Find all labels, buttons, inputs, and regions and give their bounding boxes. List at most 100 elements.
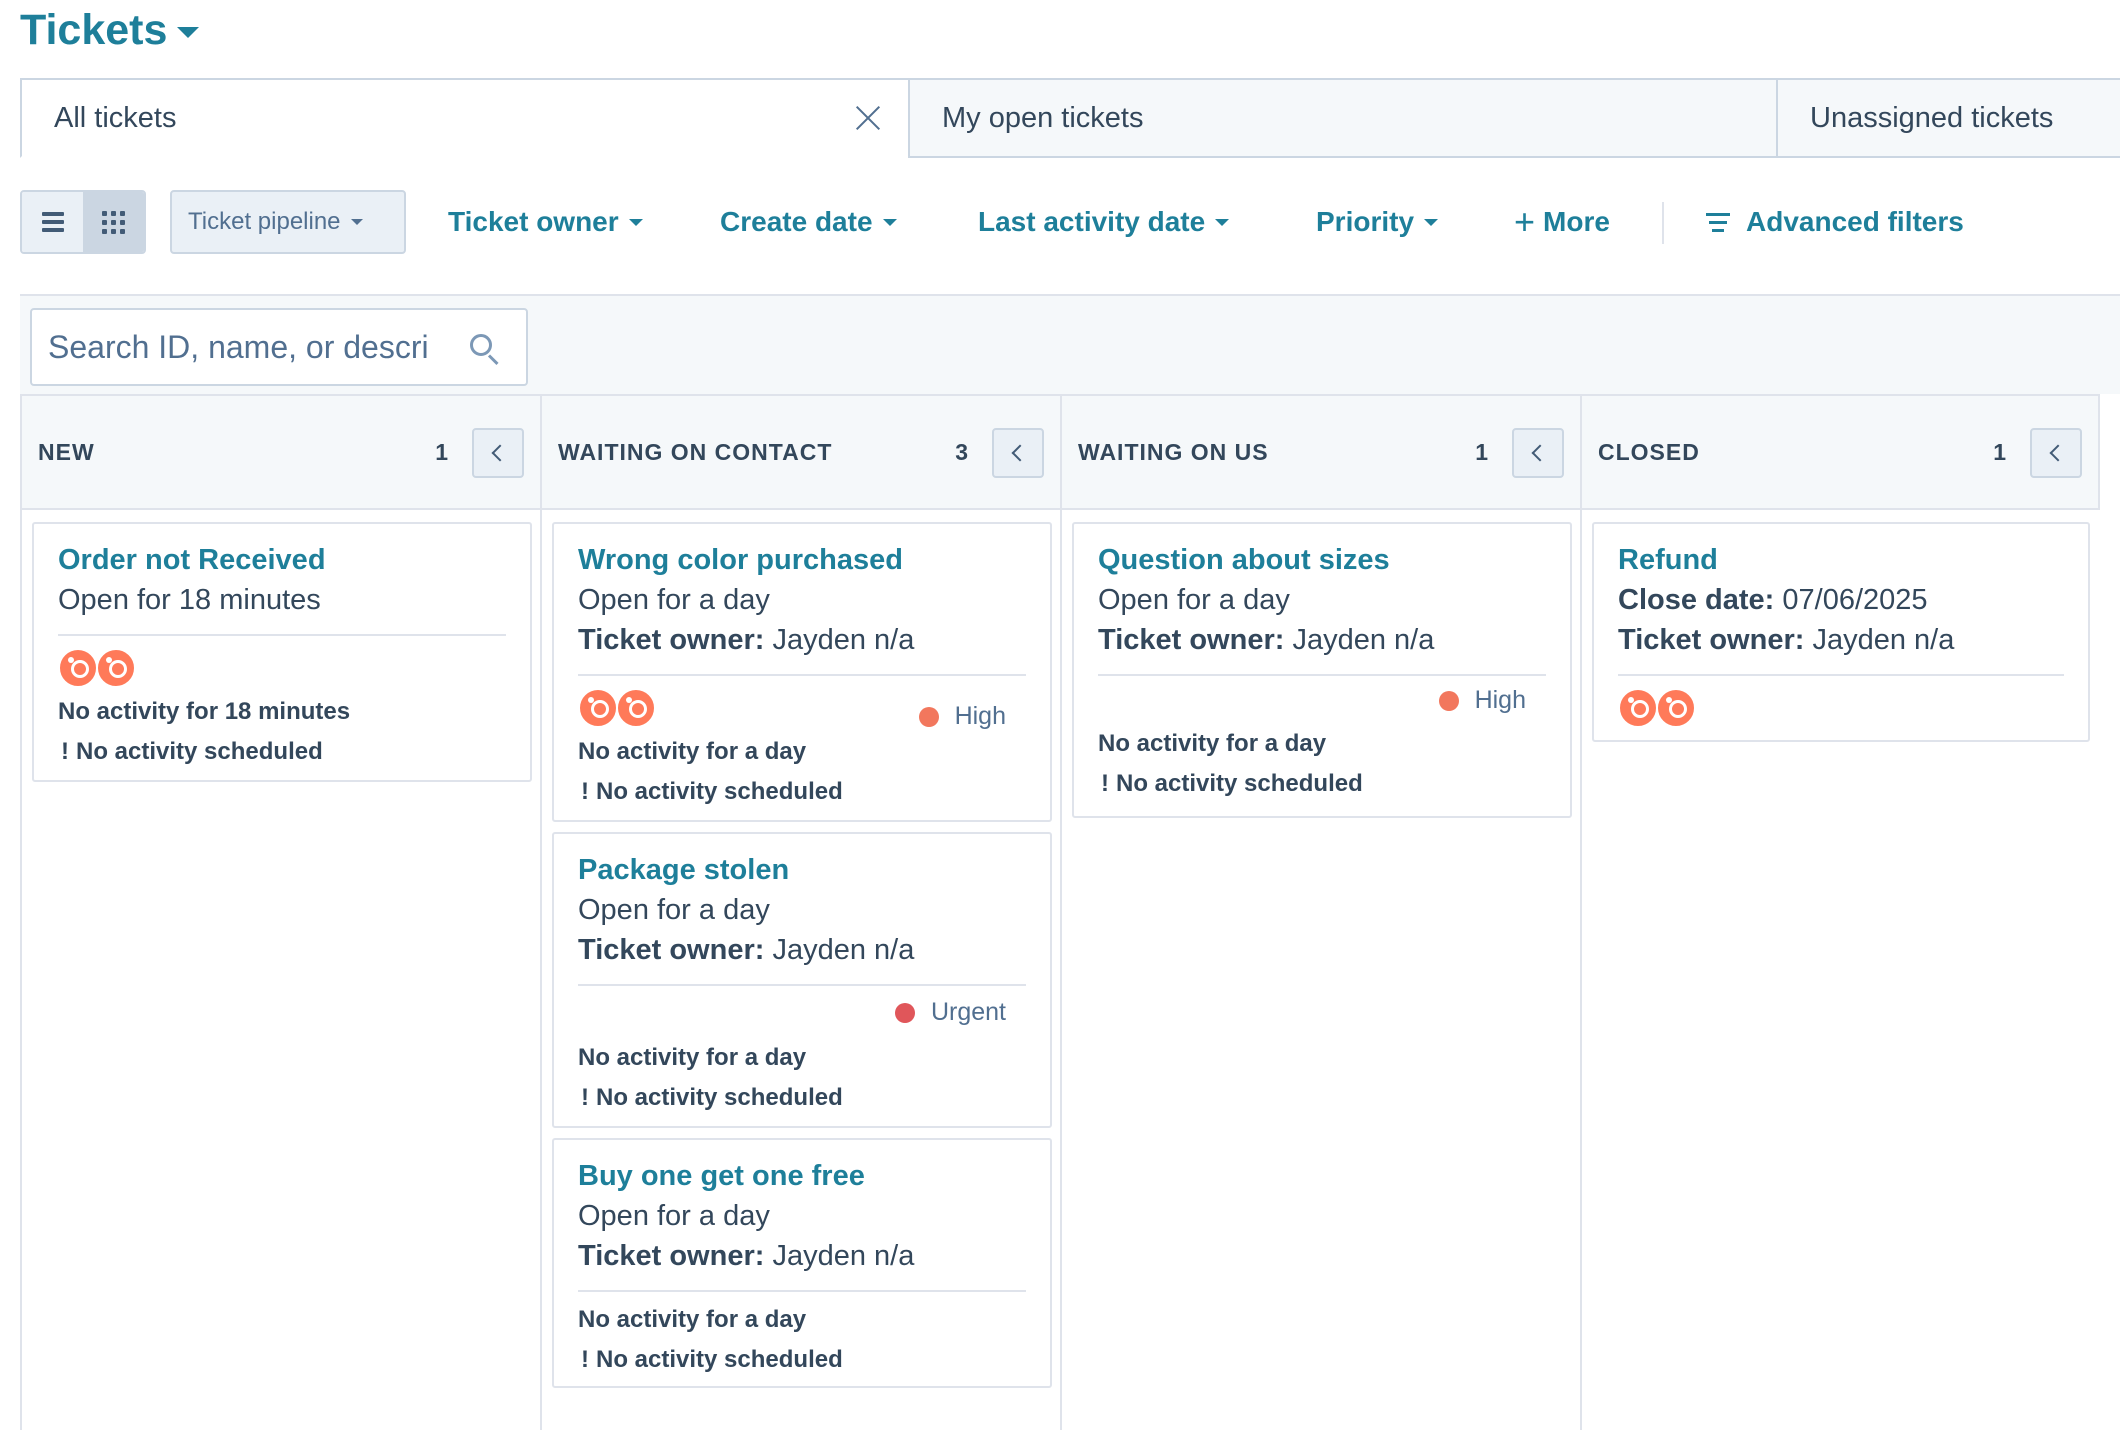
ticket-card[interactable]: Package stolen Open for a day Ticket own… [552, 832, 1052, 1128]
ticket-owner: Ticket owner: Jayden n/a [1098, 620, 1546, 660]
ticket-close-date: Close date: 07/06/2025 [1618, 580, 2064, 620]
ticket-owner-filter[interactable]: Ticket owner [448, 190, 643, 254]
plus-icon: + [1514, 201, 1536, 242]
scheduled-activity-text: No activity scheduled [76, 738, 323, 765]
list-view-button[interactable] [22, 192, 83, 252]
card-meta: Urgent [578, 986, 1026, 1038]
column-name: WAITING ON US [1078, 438, 1269, 465]
ticket-title[interactable]: Refund [1618, 540, 2064, 580]
collapse-column-button[interactable] [472, 428, 524, 478]
hubspot-avatar-icon [578, 688, 618, 728]
priority-label: High [1474, 686, 1526, 714]
hubspot-avatar-icon [1618, 688, 1658, 728]
view-tabs: All tickets My open tickets Unassigned t… [20, 78, 2120, 158]
last-activity-text: No activity for 18 minutes [58, 698, 351, 725]
alert-icon: ! [61, 738, 69, 765]
filter-label: Create date [720, 206, 873, 237]
tab-my-open-tickets[interactable]: My open tickets [908, 78, 1778, 158]
search-box [30, 308, 528, 386]
alert-icon: ! [581, 1346, 589, 1373]
last-activity-text: No activity for a day [578, 1306, 807, 1333]
board-view-button[interactable] [83, 192, 144, 252]
search-icon[interactable] [470, 334, 500, 366]
owner-label: Ticket owner: [1618, 624, 1805, 656]
ticket-card[interactable]: Order not Received Open for 18 minutes N… [32, 522, 532, 782]
filter-label: More [1543, 206, 1610, 237]
ticket-card[interactable]: Wrong color purchased Open for a day Tic… [552, 522, 1052, 822]
priority-badge: High [1438, 686, 1526, 715]
priority-dot-icon [1438, 690, 1459, 711]
last-activity-text: No activity for a day [1098, 730, 1327, 757]
scheduled-activity: ! No activity scheduled [578, 772, 1026, 812]
card-meta: High [578, 688, 1026, 730]
search-input[interactable] [48, 328, 468, 366]
alert-icon: ! [581, 1084, 589, 1111]
chevron-left-icon [1011, 444, 1029, 462]
ticket-card[interactable]: Question about sizes Open for a day Tick… [1072, 522, 1572, 818]
owner-label: Ticket owner: [578, 934, 765, 966]
column-name: CLOSED [1598, 438, 1700, 465]
ticket-open-duration: Open for a day [578, 584, 770, 616]
scheduled-activity: ! No activity scheduled [1098, 764, 1546, 804]
tab-label: All tickets [54, 101, 177, 134]
column-header: WAITING ON US 1 [1062, 394, 1580, 510]
ticket-board: NEW 1 Order not Received Open for 18 min… [20, 394, 2120, 1430]
caret-down-icon [628, 218, 643, 226]
last-activity-text: No activity for a day [578, 738, 807, 765]
owner-value: Jayden n/a [764, 624, 915, 656]
priority-filter[interactable]: Priority [1316, 190, 1439, 254]
filter-label: Priority [1316, 206, 1415, 237]
collapse-column-button[interactable] [2030, 428, 2082, 478]
ticket-card[interactable]: Refund Close date: 07/06/2025 Ticket own… [1592, 522, 2090, 742]
grid-icon [102, 210, 125, 234]
close-date-value: 07/06/2025 [1774, 584, 1928, 616]
ticket-title[interactable]: Question about sizes [1098, 540, 1546, 580]
owner-label: Ticket owner: [1098, 624, 1285, 656]
caret-down-icon [177, 26, 200, 38]
ticket-title[interactable]: Wrong color purchased [578, 540, 1026, 580]
card-divider [578, 674, 1026, 676]
tab-all-tickets[interactable]: All tickets [20, 78, 910, 158]
column-name: NEW [38, 438, 95, 465]
card-divider [1618, 674, 2064, 676]
scheduled-activity: ! No activity scheduled [578, 1340, 1026, 1380]
scheduled-activity-text: No activity scheduled [1116, 770, 1363, 797]
last-activity-date-filter[interactable]: Last activity date [978, 190, 1230, 254]
more-filters-button[interactable]: + More [1514, 190, 1610, 254]
chevron-left-icon [491, 444, 509, 462]
filter-label: Ticket owner [448, 206, 619, 237]
caret-down-icon [882, 218, 897, 226]
board-column-waiting-on-us: WAITING ON US 1 Question about sizes Ope… [1062, 394, 1582, 1430]
ticket-card[interactable]: Buy one get one free Open for a day Tick… [552, 1138, 1052, 1388]
pipeline-select[interactable]: Ticket pipeline [170, 190, 406, 254]
create-date-filter[interactable]: Create date [720, 190, 897, 254]
page-title-dropdown[interactable]: Tickets [20, 2, 200, 58]
owner-value: Jayden n/a [764, 1240, 915, 1272]
filter-lines-icon [1706, 208, 1730, 237]
ticket-title[interactable]: Package stolen [578, 850, 1026, 890]
tab-label: Unassigned tickets [1810, 101, 2054, 134]
associated-avatars [58, 648, 506, 688]
toolbar-divider [1662, 202, 1664, 244]
page-title: Tickets [20, 5, 168, 54]
ticket-title[interactable]: Order not Received [58, 540, 506, 580]
tab-unassigned-tickets[interactable]: Unassigned tickets [1776, 78, 2120, 158]
column-name: WAITING ON CONTACT [558, 438, 833, 465]
collapse-column-button[interactable] [1512, 428, 1564, 478]
chevron-left-icon [1531, 444, 1549, 462]
advanced-filters-button[interactable]: Advanced filters [1706, 190, 1964, 254]
owner-value: Jayden n/a [1284, 624, 1435, 656]
alert-icon: ! [581, 778, 589, 805]
owner-value: Jayden n/a [764, 934, 915, 966]
board-column-new: NEW 1 Order not Received Open for 18 min… [22, 394, 542, 1430]
ticket-title[interactable]: Buy one get one free [578, 1156, 1026, 1196]
close-icon[interactable] [854, 104, 882, 132]
associated-avatars [1618, 688, 2064, 728]
collapse-column-button[interactable] [992, 428, 1044, 478]
pipeline-label: Ticket pipeline [188, 208, 341, 235]
tab-label: My open tickets [942, 101, 1144, 134]
scheduled-activity: ! No activity scheduled [58, 732, 506, 772]
close-date-label: Close date: [1618, 584, 1775, 616]
alert-icon: ! [1101, 770, 1109, 797]
view-toggle [20, 190, 146, 254]
